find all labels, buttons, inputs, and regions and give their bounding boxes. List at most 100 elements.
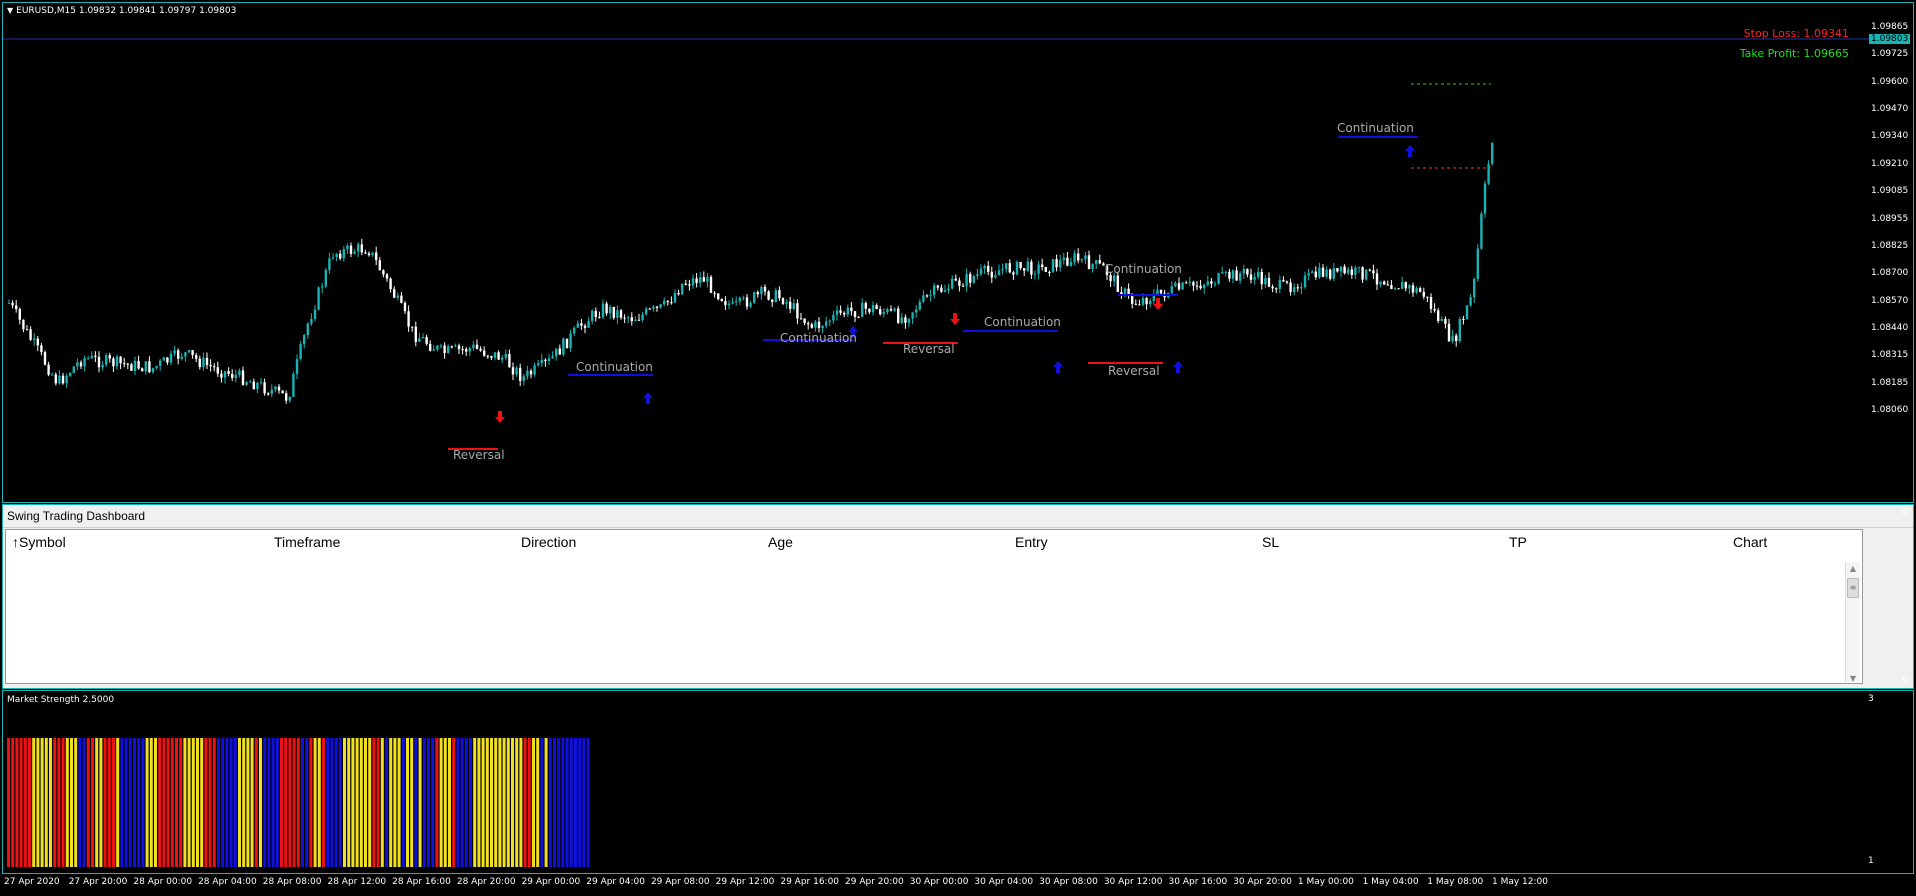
candle-body bbox=[493, 352, 497, 358]
column-symbol[interactable]: ↑Symbol bbox=[12, 534, 66, 550]
candle-body bbox=[1185, 282, 1188, 284]
candle-body bbox=[1005, 263, 1008, 270]
strength-bar-blue bbox=[128, 738, 132, 867]
candle-body bbox=[749, 302, 752, 307]
candle-body bbox=[137, 360, 140, 369]
strength-bar-yellow bbox=[242, 738, 246, 867]
candle-body bbox=[97, 356, 101, 368]
strength-bar-yellow bbox=[351, 738, 355, 867]
candle-body bbox=[421, 337, 425, 339]
strength-bar-yellow bbox=[389, 738, 393, 867]
strength-bar-blue bbox=[427, 738, 430, 867]
candle-body bbox=[94, 355, 97, 357]
strength-bar-red bbox=[309, 738, 313, 867]
candle-body bbox=[1170, 286, 1173, 293]
candle-body bbox=[591, 310, 594, 322]
strength-bar-blue bbox=[540, 738, 544, 867]
reversal-label: Reversal bbox=[453, 448, 505, 462]
time-tick-label: 28 Apr 20:00 bbox=[456, 877, 516, 887]
candle-body bbox=[378, 260, 381, 271]
candle-body bbox=[904, 317, 907, 323]
strength-axis-bottom: 1 bbox=[1868, 856, 1874, 866]
candle-body bbox=[1199, 285, 1202, 289]
column-timeframe[interactable]: Timeframe bbox=[274, 534, 340, 550]
candle-body bbox=[220, 373, 223, 378]
candle-body bbox=[699, 277, 702, 284]
candle-body bbox=[1321, 267, 1325, 277]
scroll-track[interactable] bbox=[1846, 600, 1860, 672]
candle-body bbox=[1091, 264, 1094, 270]
candle-body bbox=[1473, 278, 1476, 298]
strength-axis-top: 3 bbox=[1868, 694, 1874, 704]
candle-body bbox=[1487, 163, 1490, 184]
candle-body bbox=[1408, 285, 1411, 289]
column-tp[interactable]: TP bbox=[1509, 534, 1527, 550]
strength-bar-blue bbox=[301, 738, 304, 867]
strength-bar-yellow bbox=[36, 738, 40, 867]
candle-body bbox=[771, 299, 774, 302]
strength-bar-blue bbox=[582, 738, 586, 867]
scroll-down-icon[interactable]: ▼ bbox=[1846, 672, 1860, 686]
candle-body bbox=[425, 337, 428, 344]
candle-body bbox=[875, 305, 878, 310]
dashboard-table[interactable]: ↑Symbol Timeframe Direction Age Entry SL… bbox=[5, 508, 1908, 685]
candle-body bbox=[778, 290, 781, 299]
column-direction[interactable]: Direction bbox=[521, 534, 576, 550]
candle-body bbox=[400, 295, 403, 303]
strength-bar-blue bbox=[553, 738, 556, 867]
candle-body bbox=[1019, 261, 1022, 269]
scroll-up-icon[interactable]: ▲ bbox=[1846, 562, 1860, 576]
dashboard-axis-bottom: 0 bbox=[1902, 675, 1908, 685]
time-tick-label: 28 Apr 12:00 bbox=[327, 877, 387, 887]
candle-body bbox=[367, 253, 371, 256]
dashboard-scrollbar[interactable]: ▲ ≡ ▼ bbox=[1845, 562, 1860, 683]
scroll-thumb[interactable]: ≡ bbox=[1847, 578, 1859, 598]
candle-body bbox=[583, 325, 587, 328]
candle-body bbox=[1314, 271, 1317, 278]
candle-body bbox=[861, 303, 864, 318]
strength-bar-red bbox=[107, 738, 111, 867]
candle-body bbox=[558, 348, 561, 355]
column-chart[interactable]: Chart bbox=[1733, 534, 1767, 550]
strength-bar-red bbox=[452, 738, 456, 867]
candle-body bbox=[1080, 259, 1083, 261]
candle-body bbox=[958, 280, 961, 286]
candle-body bbox=[724, 300, 727, 306]
candle-body bbox=[259, 382, 263, 384]
candle-body bbox=[792, 303, 795, 309]
strength-bar-yellow bbox=[406, 738, 409, 867]
candle-body bbox=[1221, 271, 1224, 274]
candle-body bbox=[227, 371, 230, 374]
candle-body bbox=[796, 303, 799, 319]
column-sl[interactable]: SL bbox=[1262, 534, 1279, 550]
price-chart-pane[interactable]: ▼ EURUSD,M15 1.09832 1.09841 1.09797 1.09… bbox=[2, 2, 1914, 503]
strength-bar-yellow bbox=[200, 738, 204, 867]
strength-bar-blue bbox=[334, 738, 338, 867]
column-entry[interactable]: Entry bbox=[1015, 534, 1048, 550]
candle-body bbox=[681, 283, 684, 295]
candle-body bbox=[36, 338, 39, 346]
strength-bar-yellow bbox=[502, 738, 506, 867]
candle-body bbox=[850, 307, 853, 312]
dashboard-title: Swing Trading Dashboard bbox=[3, 505, 1913, 528]
candle-body bbox=[22, 319, 25, 330]
candle-body bbox=[648, 308, 651, 310]
candle-body bbox=[328, 258, 331, 271]
strength-bar-blue bbox=[574, 738, 577, 867]
strength-bar-blue bbox=[338, 738, 342, 867]
market-strength-pane[interactable]: Market Strength 2.5000 3 1 bbox=[2, 690, 1914, 874]
candle-body bbox=[360, 244, 363, 253]
candle-body bbox=[713, 292, 716, 294]
candle-body bbox=[87, 358, 90, 360]
candle-body bbox=[7, 302, 11, 304]
candle-body bbox=[1339, 266, 1343, 272]
candle-body bbox=[205, 357, 209, 365]
candle-body bbox=[1264, 277, 1267, 285]
candle-body bbox=[547, 358, 551, 362]
candle-body bbox=[659, 304, 662, 308]
column-age[interactable]: Age bbox=[768, 534, 793, 550]
candle-body bbox=[1415, 288, 1418, 293]
price-tick-label: 1.08060 bbox=[1871, 405, 1909, 415]
candle-body bbox=[871, 305, 875, 313]
candle-body bbox=[1235, 270, 1238, 281]
